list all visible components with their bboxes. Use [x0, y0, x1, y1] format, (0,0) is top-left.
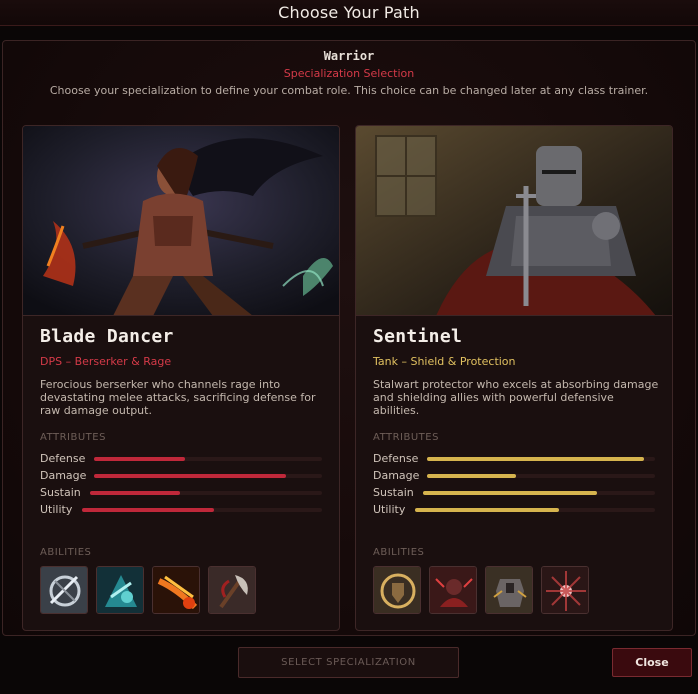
- attribute-label: Sustain: [373, 486, 414, 499]
- abilities-label: ABILITIES: [373, 547, 425, 558]
- select-specialization-button[interactable]: SELECT SPECIALIZATION: [238, 647, 459, 678]
- spec-role: Tank – Shield & Protection: [373, 355, 516, 368]
- armor-icon[interactable]: [485, 566, 533, 614]
- attribute-fill: [427, 457, 644, 461]
- whirlwind-icon[interactable]: [40, 566, 88, 614]
- blade-dancer-portrait: [23, 126, 339, 316]
- spec-name: Blade Dancer: [40, 326, 174, 347]
- class-name: Warrior: [323, 49, 375, 63]
- spec-role: DPS – Berserker & Rage: [40, 355, 172, 368]
- taunt-icon[interactable]: [429, 566, 477, 614]
- abilities-row: [40, 566, 256, 614]
- attribute-utility: Utility: [373, 503, 655, 517]
- abilities-label: ABILITIES: [40, 547, 92, 558]
- attribute-utility: Utility: [40, 503, 322, 517]
- dialog-description: Choose your specialization to define you…: [49, 84, 649, 97]
- attribute-fill: [82, 508, 214, 512]
- window-title: Choose Your Path: [278, 3, 420, 22]
- spec-card-blade-dancer[interactable]: Blade Dancer DPS – Berserker & Rage Fero…: [22, 125, 340, 631]
- spec-card-sentinel[interactable]: Sentinel Tank – Shield & Protection Stal…: [355, 125, 673, 631]
- attribute-damage: Damage: [373, 469, 655, 483]
- attribute-bar: [427, 457, 655, 461]
- dialog-subtitle: Specialization Selection: [283, 67, 415, 80]
- spec-description: Stalwart protector who excels at absorbi…: [373, 378, 659, 417]
- attribute-label: Defense: [40, 452, 86, 465]
- attribute-label: Defense: [373, 452, 419, 465]
- title-bar: Choose Your Path: [0, 0, 698, 26]
- close-button[interactable]: Close: [612, 648, 692, 677]
- attribute-fill: [94, 474, 286, 478]
- attribute-damage: Damage: [40, 469, 322, 483]
- attribute-defense: Defense: [373, 452, 655, 466]
- sentinel-portrait: [356, 126, 672, 316]
- attribute-bar: [427, 474, 655, 478]
- fire-slash-icon[interactable]: [152, 566, 200, 614]
- attribute-bar: [423, 491, 655, 495]
- abilities-row: [373, 566, 589, 614]
- dialog-header: Warrior Specialization Selection Choose …: [3, 49, 695, 97]
- attribute-label: Utility: [373, 503, 406, 516]
- attribute-label: Sustain: [40, 486, 81, 499]
- attribute-label: Utility: [40, 503, 73, 516]
- shield-bash-icon[interactable]: [541, 566, 589, 614]
- spec-name: Sentinel: [373, 326, 463, 347]
- attributes-label: ATTRIBUTES: [373, 432, 439, 443]
- attribute-defense: Defense: [40, 452, 322, 466]
- attribute-fill: [427, 474, 516, 478]
- attribute-fill: [90, 491, 181, 495]
- shield-wall-icon[interactable]: [373, 566, 421, 614]
- attribute-bar: [82, 508, 322, 512]
- attribute-label: Damage: [40, 469, 87, 482]
- attribute-bar: [90, 491, 322, 495]
- attribute-bar: [94, 474, 322, 478]
- attribute-sustain: Sustain: [40, 486, 322, 500]
- attribute-bar: [94, 457, 322, 461]
- attribute-fill: [94, 457, 186, 461]
- attribute-fill: [423, 491, 597, 495]
- frost-strike-icon[interactable]: [96, 566, 144, 614]
- attribute-bar: [415, 508, 655, 512]
- attribute-label: Damage: [373, 469, 420, 482]
- axe-icon[interactable]: [208, 566, 256, 614]
- attributes-label: ATTRIBUTES: [40, 432, 106, 443]
- attribute-sustain: Sustain: [373, 486, 655, 500]
- spec-description: Ferocious berserker who channels rage in…: [40, 378, 316, 417]
- attribute-fill: [415, 508, 559, 512]
